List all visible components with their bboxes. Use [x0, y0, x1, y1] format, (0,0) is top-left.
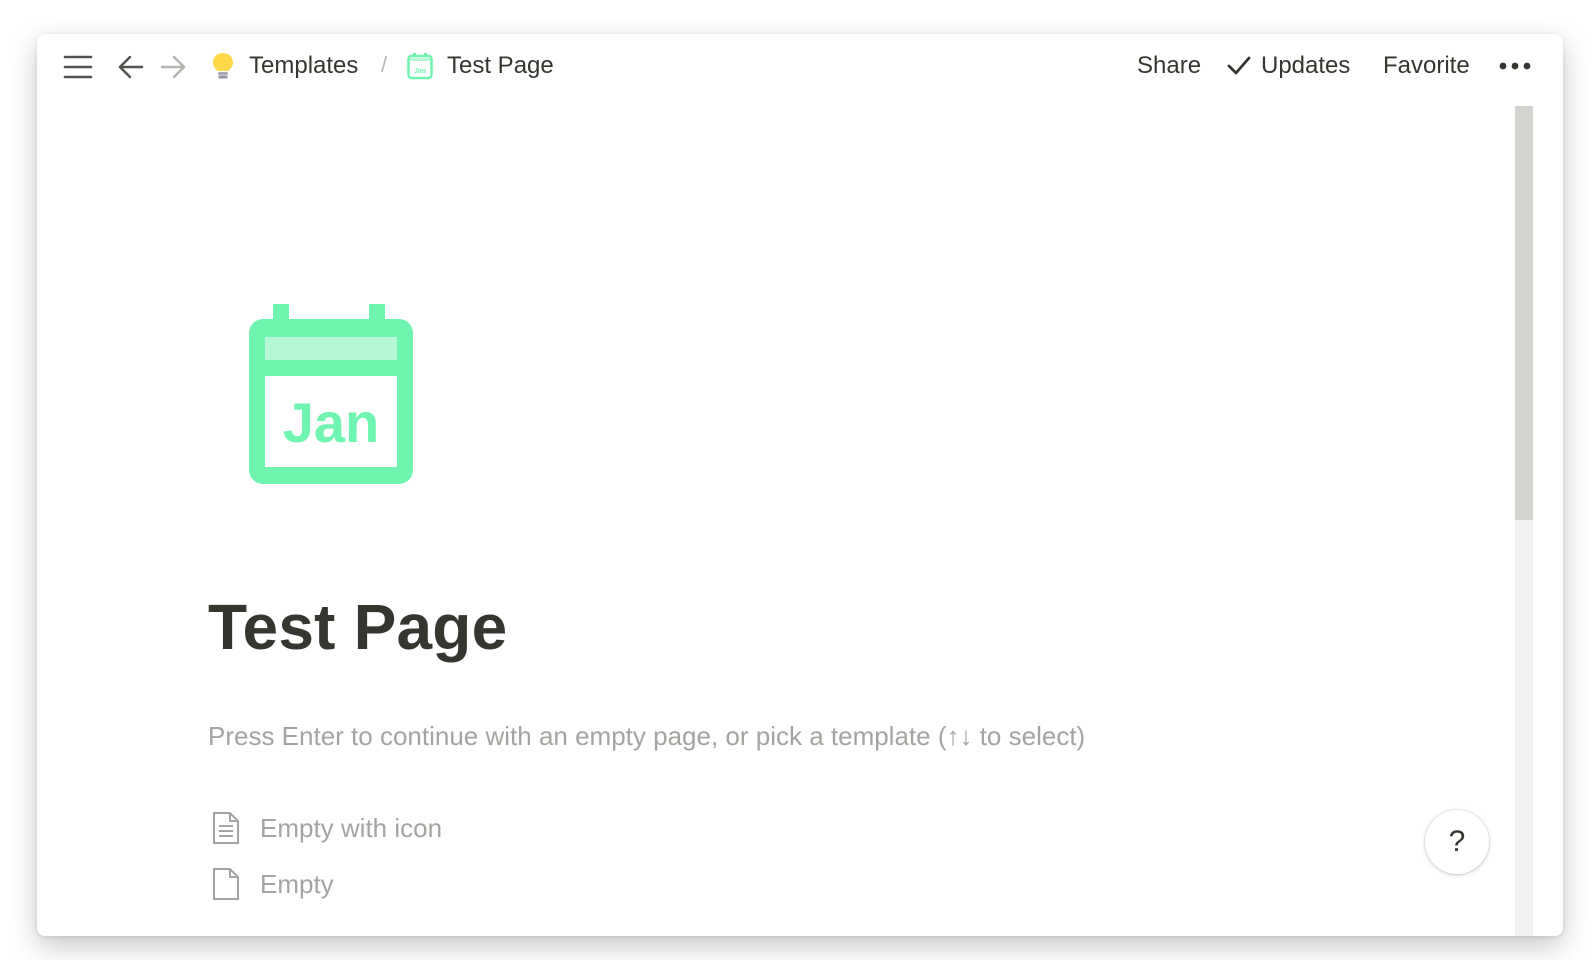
document-lines-icon [208, 811, 244, 845]
arrow-left-icon[interactable] [115, 51, 147, 83]
template-label: Empty with icon [260, 812, 443, 843]
svg-text:Jan: Jan [414, 68, 426, 75]
checkmark-icon [1227, 55, 1251, 77]
arrow-right-icon[interactable] [157, 51, 189, 83]
updates-button[interactable]: Updates [1227, 48, 1350, 84]
more-horizontal-icon[interactable] [1493, 48, 1537, 84]
breadcrumb-label: Test Page [447, 52, 554, 79]
updates-label: Updates [1261, 52, 1351, 79]
help-button[interactable]: ? [1425, 810, 1489, 874]
lightbulb-icon [211, 51, 235, 81]
topbar: Templates / Jan Test Page Share Updates … [37, 34, 1563, 98]
template-empty-with-icon[interactable]: Empty with icon [208, 806, 442, 850]
calendar-month-text: Jan [283, 391, 380, 454]
breadcrumb-test-page[interactable]: Jan Test Page [407, 48, 554, 84]
favorite-button[interactable]: Favorite [1383, 48, 1470, 84]
empty-page-hint: Press Enter to continue with an empty pa… [208, 721, 1086, 751]
scrollbar-thumb[interactable] [1515, 106, 1533, 520]
template-label: Empty [260, 868, 334, 899]
calendar-jan-icon: Jan [407, 52, 433, 80]
breadcrumb-label: Templates [249, 52, 359, 79]
hamburger-menu-icon[interactable] [61, 51, 95, 83]
page-title[interactable]: Test Page [208, 590, 507, 664]
breadcrumb-templates[interactable]: Templates [211, 48, 358, 84]
breadcrumb-separator: / [381, 52, 388, 77]
document-blank-icon [208, 867, 244, 901]
notion-window: Templates / Jan Test Page Share Updates … [37, 34, 1563, 936]
page-icon-calendar[interactable]: Jan [249, 304, 413, 484]
template-empty[interactable]: Empty [208, 862, 334, 906]
share-button[interactable]: Share [1137, 48, 1201, 84]
